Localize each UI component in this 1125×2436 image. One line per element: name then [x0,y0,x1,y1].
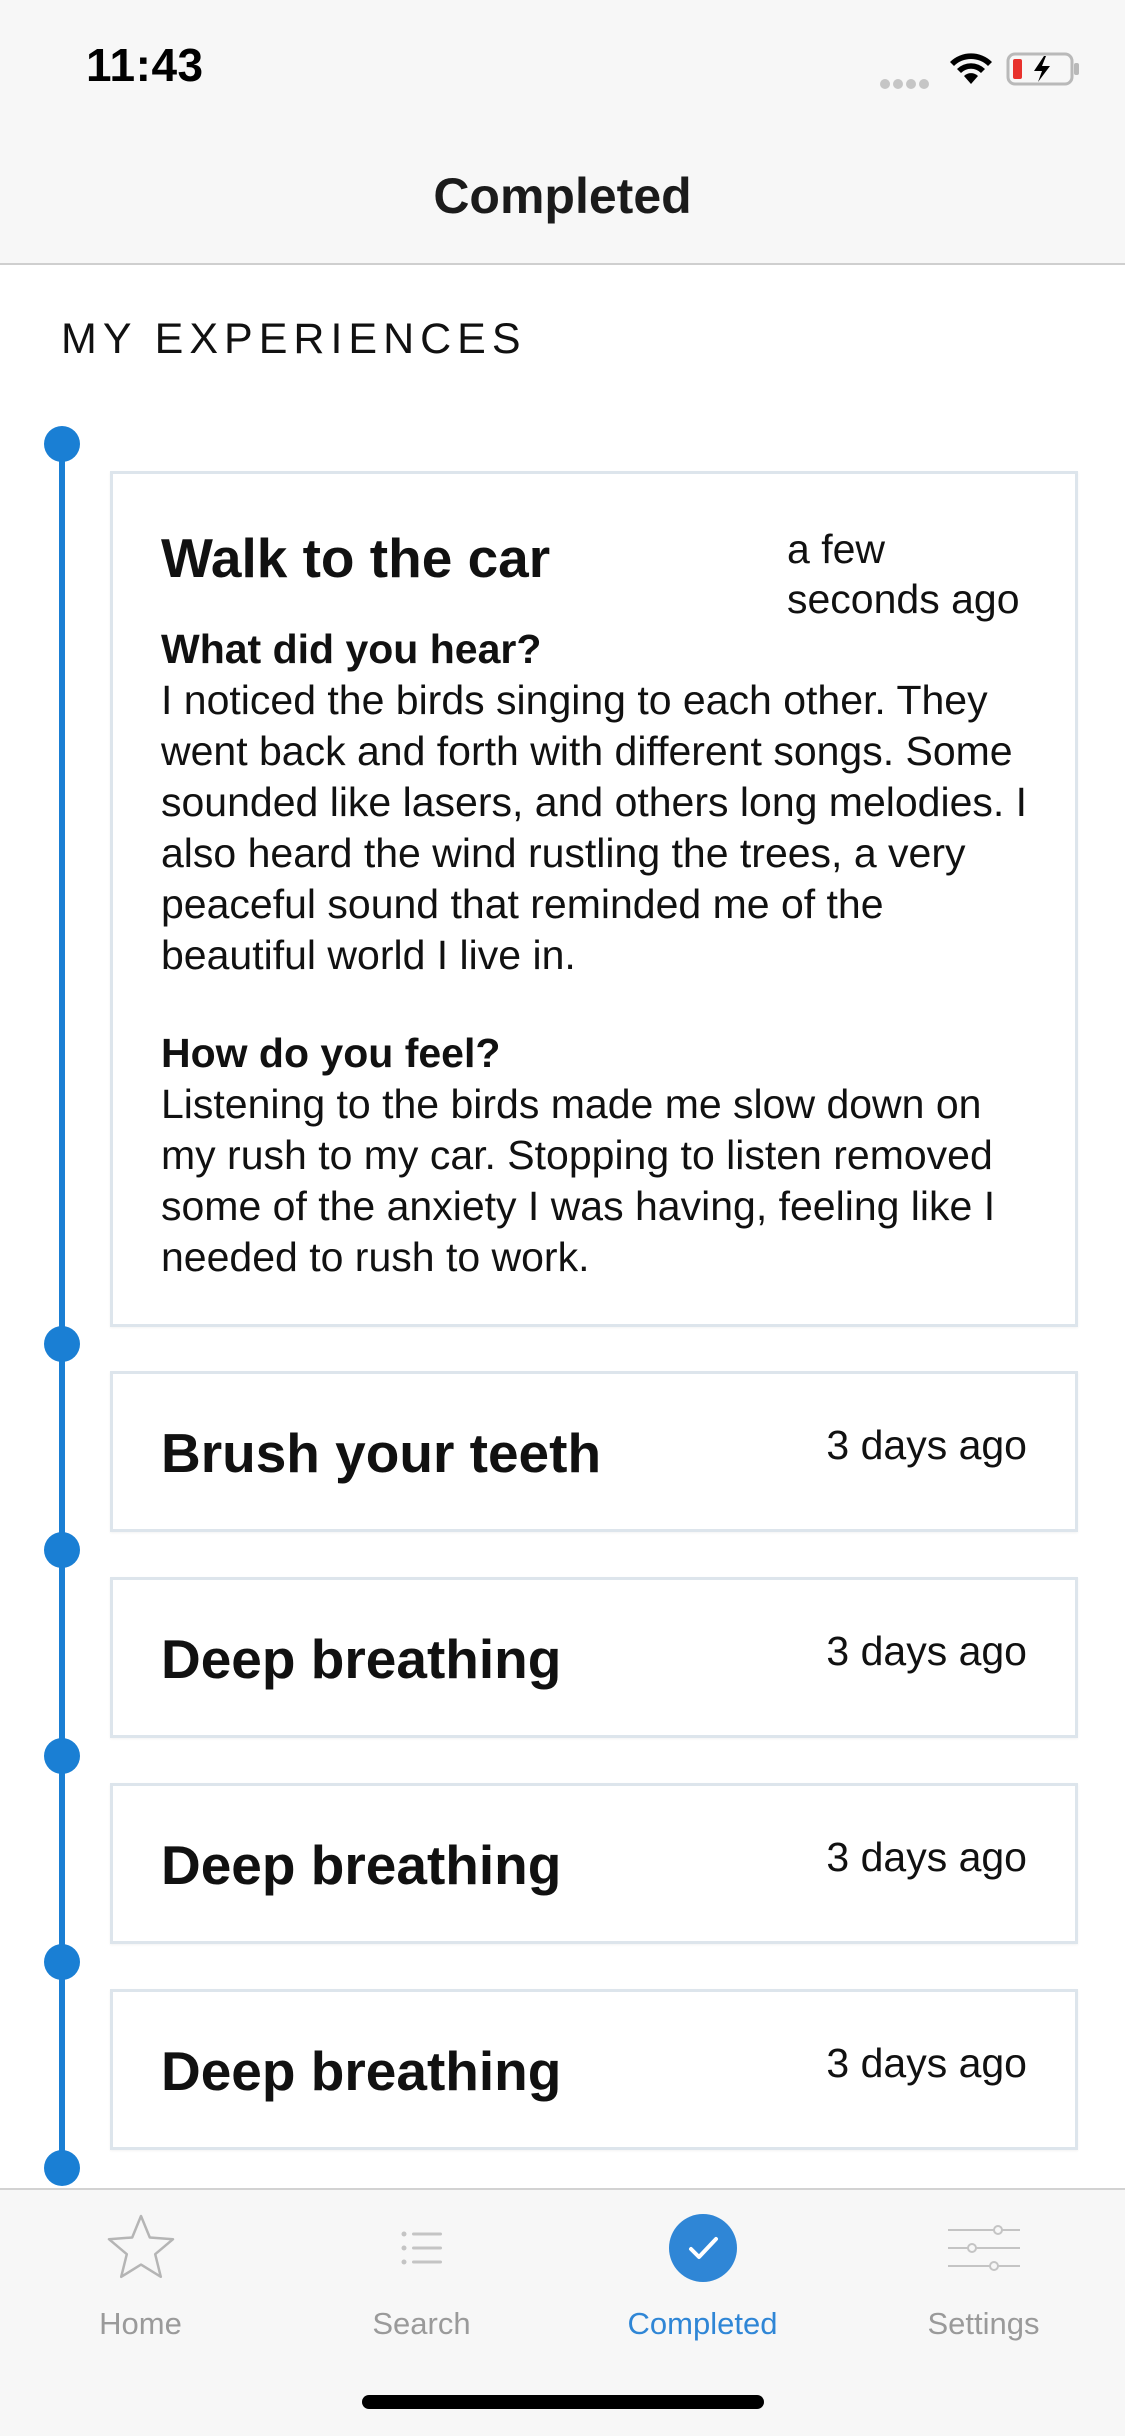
tab-completed[interactable]: Completed [562,2208,843,2342]
check-circle-icon [668,2214,737,2282]
star-icon [107,2214,174,2279]
experience-title: Walk to the car [161,527,551,589]
battery-icon [1006,52,1079,86]
question-label: What did you hear? [161,626,542,672]
timeline-dot [44,2150,80,2186]
timeline-dot [44,1738,80,1774]
question-block: What did you hear? I noticed the birds s… [161,624,1035,981]
tab-label: Search [372,2306,471,2341]
experience-time: 3 days ago [826,1628,1027,1674]
page-title: Completed [433,168,692,224]
timeline-dot [44,1532,80,1568]
timeline-dot [44,1326,80,1362]
tab-label: Completed [627,2306,778,2341]
tab-settings[interactable]: Settings [843,2208,1124,2342]
question-block: How do you feel? Listening to the birds … [161,1028,1035,1283]
timeline-dot [44,426,80,462]
experience-card[interactable]: Brush your teeth 3 days ago [110,1371,1078,1532]
experience-time-line2: seconds ago [787,576,1020,622]
experience-card[interactable]: Deep breathing 3 days ago [110,1989,1078,2150]
experience-card[interactable]: Walk to the car a few seconds ago What d… [110,471,1078,1327]
status-bar: 11:43 [0,0,1125,135]
experience-time: 3 days ago [826,1834,1027,1880]
question-answer: I noticed the birds singing to each othe… [161,677,1028,978]
sliders-icon [947,2225,1020,2271]
experience-time: a few seconds ago [787,524,1027,624]
navigation-bar: Completed [0,135,1125,265]
cellular-signal-icon [880,76,932,94]
timeline-line [59,444,65,2172]
question-answer: Listening to the birds made me slow down… [161,1081,996,1280]
timeline-dot [44,1944,80,1980]
experience-time-line1: a few [787,526,885,572]
section-header: MY EXPERIENCES [61,315,527,363]
experience-title: Brush your teeth [161,1422,602,1484]
list-icon [401,2231,442,2265]
experience-time: 3 days ago [826,2040,1027,2086]
tab-home[interactable]: Home [0,2208,281,2342]
question-label: How do you feel? [161,1030,501,1076]
experience-title: Deep breathing [161,1628,562,1690]
tab-search[interactable]: Search [281,2208,562,2342]
tab-label: Home [99,2306,182,2341]
experience-time: 3 days ago [826,1422,1027,1468]
wifi-icon [950,53,992,84]
home-indicator [362,2395,764,2409]
tab-label: Settings [927,2306,1040,2341]
status-time: 11:43 [86,39,204,91]
experience-card[interactable]: Deep breathing 3 days ago [110,1783,1078,1944]
experience-card[interactable]: Deep breathing 3 days ago [110,1577,1078,1738]
experience-title: Deep breathing [161,2040,562,2102]
experience-title: Deep breathing [161,1834,562,1896]
